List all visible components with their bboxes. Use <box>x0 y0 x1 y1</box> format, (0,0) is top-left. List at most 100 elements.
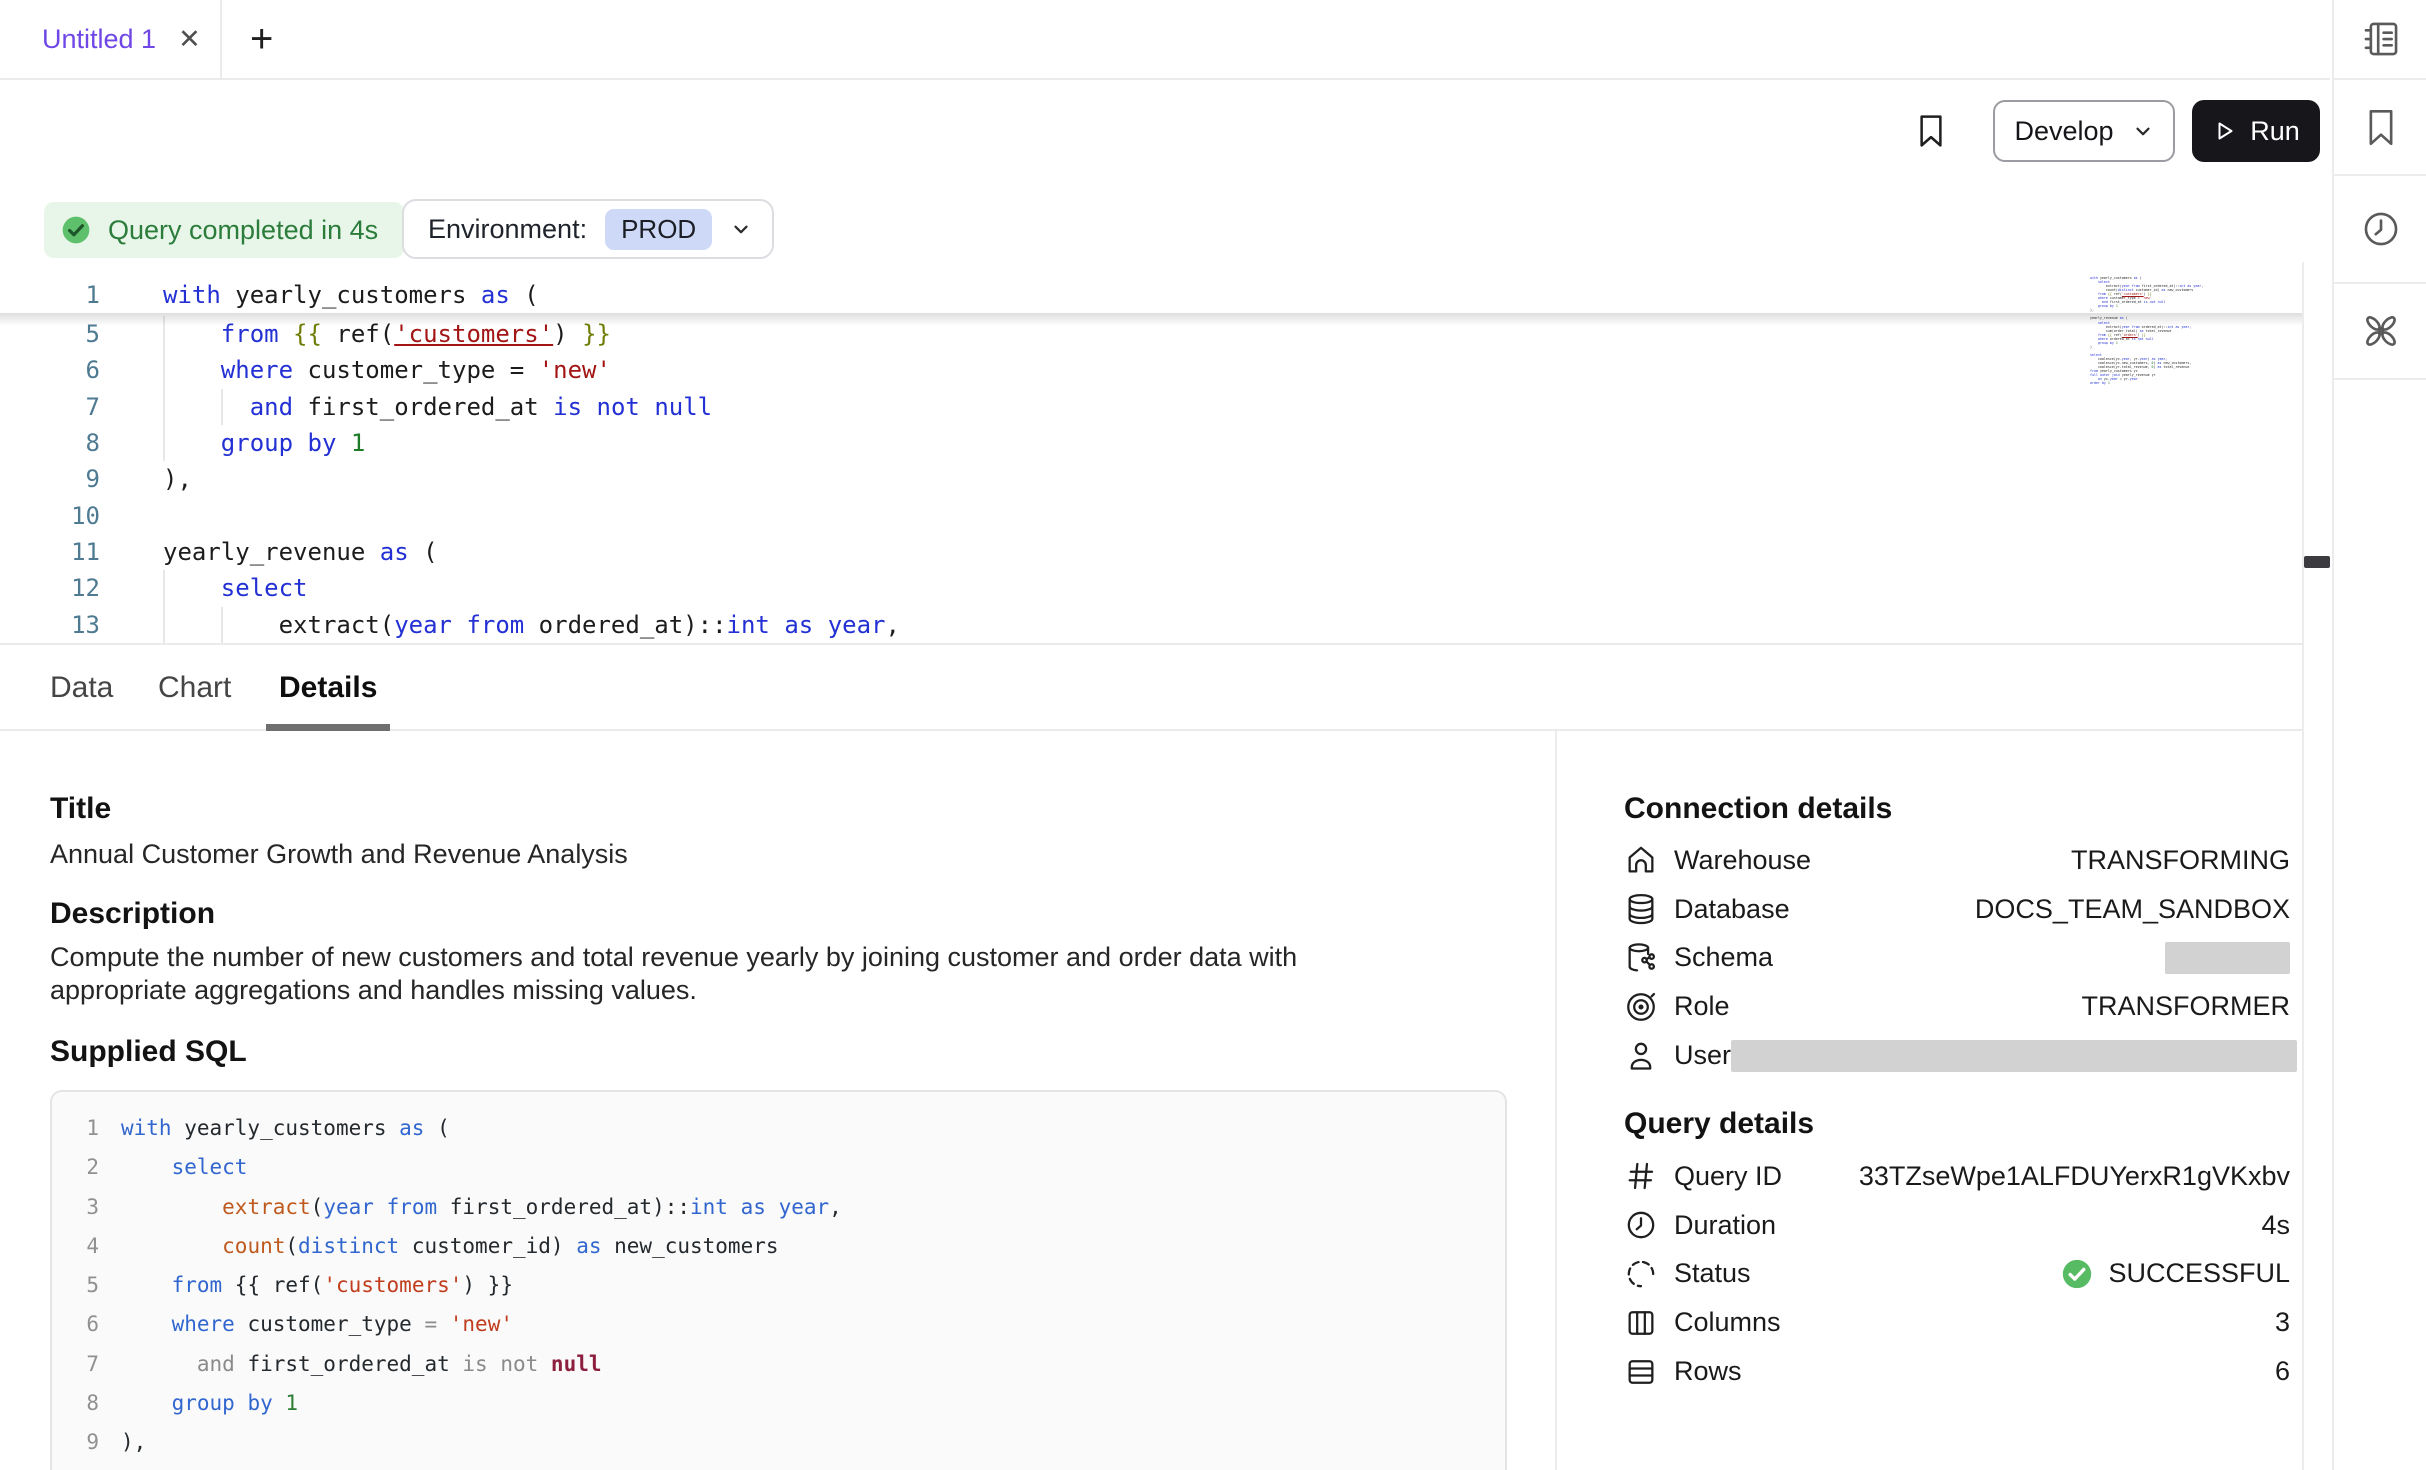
sql-line: 2 select <box>52 1148 1505 1187</box>
user-icon <box>1624 1039 1658 1073</box>
row-label: Columns <box>1674 1307 1781 1338</box>
warehouse-row: WarehouseTRANSFORMING <box>1624 836 2290 885</box>
supplied-sql-block: 1with yearly_customers as (2 select3 ext… <box>50 1090 1507 1470</box>
row-label: User <box>1674 1040 1731 1071</box>
close-icon[interactable]: ✕ <box>178 26 201 53</box>
sql-line: 10 <box>52 1463 1505 1470</box>
chevron-down-icon <box>730 218 752 240</box>
row-value: 6 <box>2275 1356 2290 1387</box>
tab-untitled-1[interactable]: Untitled 1 ✕ <box>0 0 222 78</box>
line-number: 1 <box>0 277 100 313</box>
sql-line: 3 extract(year from first_ordered_at)::i… <box>52 1188 1505 1227</box>
code-line: 8 group by 1 <box>0 425 2302 461</box>
code-line: 7 and first_ordered_at is not null <box>0 389 2302 425</box>
chevron-down-icon <box>2132 120 2154 142</box>
columns-row: Columns 3 <box>1624 1298 2290 1347</box>
hash-icon <box>1624 1159 1658 1193</box>
row-value: SUCCESSFUL <box>2108 1258 2290 1289</box>
row-value: TRANSFORMING <box>2071 845 2290 876</box>
indent-guide <box>163 570 165 643</box>
sidebar-item-bookmarks[interactable] <box>2334 80 2426 176</box>
row-label: Database <box>1674 894 1790 925</box>
code-line: 6 where customer_type = 'new' <box>0 352 2302 388</box>
query-status-text: Query completed in 4s <box>108 215 378 246</box>
description-value: Compute the number of new customers and … <box>50 941 1420 1007</box>
app-window: Untitled 1 ✕ + Develop Run Query complet… <box>0 0 2426 1470</box>
warehouse-icon <box>1624 843 1658 877</box>
database-row: DatabaseDOCS_TEAM_SANDBOX <box>1624 885 2290 934</box>
history-icon <box>2360 208 2402 250</box>
clock-icon <box>1624 1208 1658 1242</box>
right-sidebar <box>2332 0 2426 1470</box>
row-label: Status <box>1674 1258 1751 1289</box>
code-line: 10 <box>0 498 2302 534</box>
check-circle-icon <box>60 214 92 246</box>
title-heading: Title <box>50 792 111 826</box>
supplied-sql-heading: Supplied SQL <box>50 1035 247 1069</box>
redacted-value <box>2165 942 2290 974</box>
row-value: 4s <box>2261 1210 2290 1241</box>
rows-icon <box>1624 1355 1658 1389</box>
line-number: 9 <box>0 461 100 497</box>
sql-line: 1with yearly_customers as ( <box>52 1109 1505 1148</box>
row-label: Rows <box>1674 1356 1742 1387</box>
active-tab-indicator <box>266 724 390 731</box>
indent-guide <box>221 607 223 643</box>
notebook-list-icon <box>2360 18 2402 60</box>
code-line: 1with yearly_customers as ( <box>0 277 2302 313</box>
environment-value-badge: PROD <box>605 209 712 250</box>
bookmark-button[interactable] <box>1908 106 1954 156</box>
title-value: Annual Customer Growth and Revenue Analy… <box>50 838 628 871</box>
bookmark-icon <box>1916 113 1946 149</box>
duration-row: Duration 4s <box>1624 1201 2290 1250</box>
code-line: 12 select <box>0 570 2302 606</box>
sidebar-item-copilot[interactable] <box>2334 284 2426 380</box>
tab-chart[interactable]: Chart <box>158 645 231 731</box>
bookmark-icon <box>2360 106 2402 148</box>
indent-guide <box>221 389 223 425</box>
sql-line: 9), <box>52 1423 1505 1462</box>
code-line: 11yearly_revenue as ( <box>0 534 2302 570</box>
play-icon <box>2212 119 2236 143</box>
rows-row: Rows 6 <box>1624 1347 2290 1396</box>
scrollbar-track <box>2302 262 2304 1470</box>
new-tab-button[interactable]: + <box>236 0 287 78</box>
line-number: 10 <box>0 498 100 534</box>
editor-minimap[interactable]: with yearly_customers as ( select extrac… <box>2090 276 2218 388</box>
develop-label: Develop <box>2014 116 2113 147</box>
tab-details[interactable]: Details <box>279 645 377 731</box>
sidebar-item-history[interactable] <box>2334 176 2426 284</box>
sql-editor[interactable]: 1with yearly_customers as (5 from {{ ref… <box>0 262 2302 645</box>
sidebar-item-notebook[interactable] <box>2334 0 2426 80</box>
query-status-chip: Query completed in 4s <box>44 202 404 258</box>
columns-icon <box>1624 1306 1658 1340</box>
run-button[interactable]: Run <box>2192 100 2320 162</box>
sql-line: 7 and first_ordered_at is not null <box>52 1345 1505 1384</box>
query-id-row: Query ID33TZseWpe1ALFDUYerxR1gVKxbv <box>1624 1152 2290 1201</box>
scrollbar-thumb[interactable] <box>2304 556 2330 568</box>
run-label: Run <box>2250 116 2300 147</box>
spinner-icon <box>1624 1257 1658 1291</box>
tab-data[interactable]: Data <box>50 645 113 731</box>
check-circle-icon <box>2060 1257 2094 1291</box>
develop-dropdown[interactable]: Develop <box>1993 100 2175 162</box>
line-number: 12 <box>0 570 100 606</box>
tab-bar: Untitled 1 ✕ + <box>0 0 2330 80</box>
dbt-copilot-icon <box>2360 310 2402 352</box>
indent-guide <box>163 316 165 461</box>
line-number: 13 <box>0 607 100 643</box>
line-number: 7 <box>0 389 100 425</box>
schema-row: Schema <box>1624 934 2290 983</box>
connection-details-heading: Connection details <box>1624 792 1892 826</box>
redacted-value <box>1731 1040 2297 1072</box>
row-value: 33TZseWpe1ALFDUYerxR1gVKxbv <box>1859 1161 2290 1192</box>
row-label: Role <box>1674 991 1730 1022</box>
environment-selector[interactable]: Environment: PROD <box>402 199 774 259</box>
row-value: 3 <box>2275 1307 2290 1338</box>
role-row: RoleTRANSFORMER <box>1624 982 2290 1031</box>
environment-label: Environment: <box>428 214 587 245</box>
status-row: Status SUCCESSFUL <box>1624 1250 2290 1299</box>
row-label: Duration <box>1674 1210 1776 1241</box>
line-number: 6 <box>0 352 100 388</box>
code-line: 9), <box>0 461 2302 497</box>
